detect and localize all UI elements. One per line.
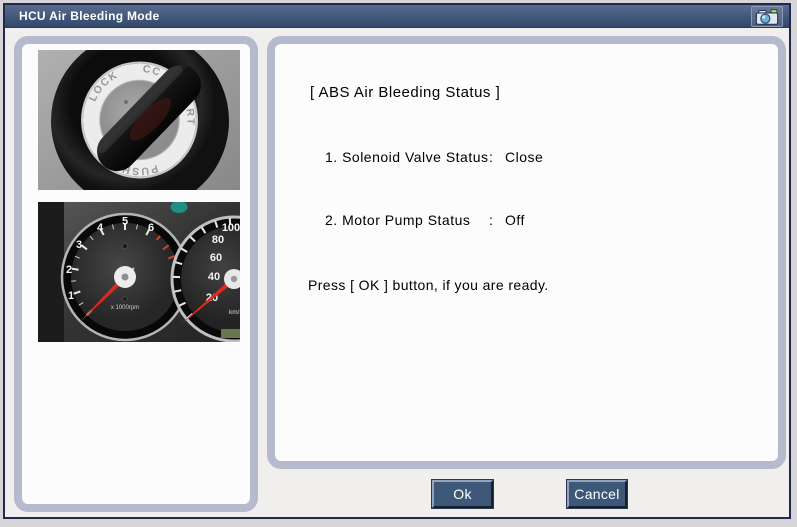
speed-number-100: 100 (222, 222, 240, 234)
window-title: HCU Air Bleeding Mode (19, 9, 160, 23)
tach-number-6: 6 (148, 222, 154, 234)
tach-number-5: 5 (122, 216, 128, 228)
camera-icon (755, 8, 779, 25)
tach-number-4: 4 (97, 222, 104, 234)
status-item-label: 1. Solenoid Valve Status (325, 149, 489, 165)
ignition-switch-photo: ACC START PUSH LOCK (38, 50, 240, 190)
speed-unit-label: km/h (229, 309, 240, 316)
tach-unit-label: x 1000rpm (111, 305, 139, 311)
dialog-window: HCU Air Bleeding Mode CC RT PUSH LOCK 1 … (0, 0, 797, 527)
speed-number-80: 80 (212, 234, 224, 246)
title-bar: HCU Air Bleeding Mode (5, 5, 789, 28)
status-item-separator: : (489, 149, 494, 165)
tach-number-3: 3 (76, 239, 82, 251)
instruction-text: Press [ OK ] button, if you are ready. (308, 277, 549, 293)
status-item-value: Close (505, 149, 544, 165)
tach-number-2: 2 (66, 264, 72, 276)
speed-number-40: 40 (208, 271, 220, 283)
instrument-cluster-photo: 1 2 3 4 5 6 x 1000rpm 40 60 80 100 km/ (38, 202, 240, 342)
screenshot-camera-button[interactable] (751, 6, 783, 27)
status-item-separator: : (489, 212, 494, 228)
dialog-body: HCU Air Bleeding Mode CC RT PUSH LOCK 1 … (3, 3, 791, 519)
status-item-label: 2. Motor Pump Status (325, 212, 471, 228)
status-item-motor-pump: 2. Motor Pump Status : Off (325, 212, 525, 228)
speed-number-60: 60 (210, 252, 222, 264)
ok-button[interactable]: Ok (432, 480, 493, 508)
image-panel: ACC START PUSH LOCK (14, 36, 258, 512)
status-item-value: Off (505, 212, 525, 228)
status-panel: [ ABS Air Bleeding Status ] 1. Solenoid … (267, 36, 786, 469)
tach-number-1: 1 (68, 290, 74, 302)
status-item-solenoid: 1. Solenoid Valve Status : Close (325, 149, 543, 165)
status-heading: [ ABS Air Bleeding Status ] (310, 84, 501, 101)
cancel-button[interactable]: Cancel (567, 480, 627, 508)
